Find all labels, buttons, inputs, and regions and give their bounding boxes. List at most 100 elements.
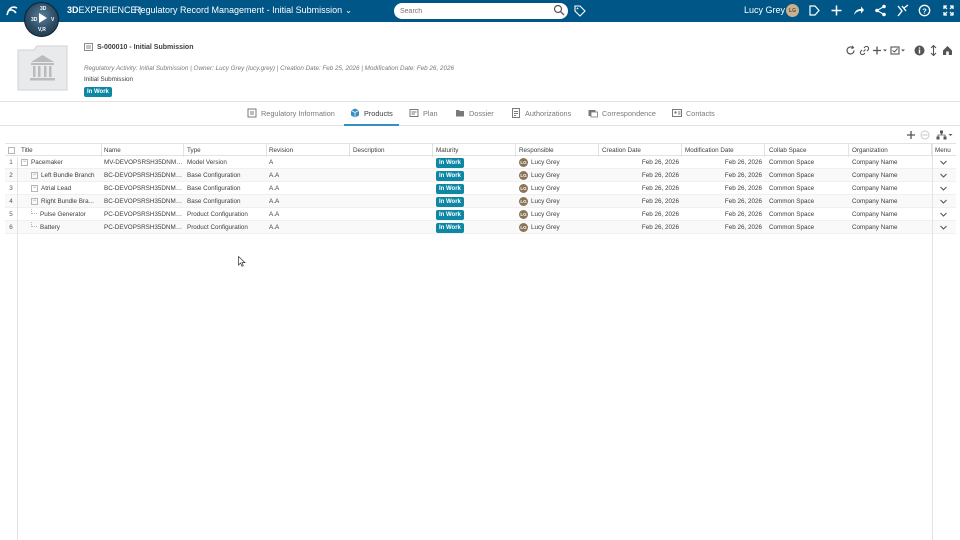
cell-created: Feb 26, 2026 — [641, 172, 679, 179]
folder-icon — [456, 110, 464, 117]
tag-icon[interactable] — [574, 5, 586, 17]
tab-label: Regulatory Information — [261, 109, 335, 118]
help-icon[interactable]: ? — [918, 4, 931, 17]
table-row[interactable]: 1− Pacemaker MV-DEVOPSRSH35DNM2... Model Ve… — [5, 156, 956, 169]
table-row[interactable]: 3− Atrial Lead BC-DEVOPSRSH35DNM2... Base C… — [5, 182, 956, 195]
cell-modified: Feb 26, 2026 — [724, 211, 762, 218]
object-meta: Regulatory Activity: Initial Submission … — [84, 65, 454, 72]
tab-contacts[interactable]: Contacts — [672, 109, 715, 126]
table-row[interactable]: 2− Left Bundle Branch BC-DEVOPSRSH35DNM2..… — [5, 169, 956, 182]
collapse-icon[interactable]: − — [31, 184, 38, 192]
table-row[interactable]: 4− Right Bundle Bra... BC-DEVOPSRSH35DNM2.… — [5, 195, 956, 208]
maturity-badge[interactable]: In Work — [436, 171, 464, 181]
home-icon[interactable] — [942, 45, 953, 56]
network-share-icon[interactable] — [874, 4, 887, 17]
cell-responsible: LG Lucy Grey — [516, 156, 599, 169]
tab-plan[interactable]: Plan — [409, 109, 438, 126]
compass-icon[interactable]: 3D 3D V V,R — [24, 2, 59, 37]
maturity-badge[interactable]: In Work — [436, 184, 464, 194]
refresh-icon[interactable] — [845, 45, 856, 56]
cell-title[interactable]: − Pacemaker — [18, 156, 102, 169]
tab-correspondence[interactable]: Correspondence — [588, 109, 656, 126]
plus-icon[interactable] — [830, 4, 843, 17]
tab-authorizations[interactable]: Authorizations — [511, 108, 571, 126]
chevron-down-icon[interactable] — [939, 197, 948, 206]
compass-label-left: 3D — [31, 17, 38, 23]
cell-modified: Feb 26, 2026 — [724, 185, 762, 192]
cell-name: MV-DEVOPSRSH35DNM2... — [104, 159, 184, 166]
chevron-down-icon[interactable] — [939, 210, 948, 219]
responsible-text: Lucy Grey — [531, 159, 560, 166]
cell-name: BC-DEVOPSRSH35DNM2... — [104, 185, 184, 192]
share-icon[interactable] — [852, 4, 865, 17]
play-icon — [39, 13, 47, 23]
app-title[interactable]: Regulatory Record Management - Initial S… — [134, 5, 352, 15]
maturity-badge[interactable]: In Work — [436, 197, 464, 207]
chevron-down-icon[interactable] — [939, 158, 948, 167]
grid-header: Title Name Type Revision Description Mat… — [5, 143, 956, 157]
cell-description — [350, 169, 433, 182]
object-title-row: S-000010 - Initial Submission — [84, 43, 193, 51]
cell-org: Company Name — [852, 211, 898, 218]
collapse-icon[interactable]: − — [21, 158, 28, 166]
tab-dossier[interactable]: Dossier — [455, 109, 494, 126]
cell-org: Company Name — [852, 159, 898, 166]
cell-maturity: In Work — [433, 221, 516, 234]
responsible-text: Lucy Grey — [531, 224, 560, 231]
cell-type: Base Configuration — [187, 198, 241, 205]
table-row[interactable]: 5 Pulse Generator PC-DEVOPSRSH35DNM2... Pro… — [5, 208, 956, 221]
authorization-icon — [512, 108, 520, 118]
status-badge: In Work — [84, 87, 112, 97]
structure-view-icon[interactable] — [936, 130, 954, 140]
collapse-icon[interactable]: − — [31, 171, 38, 179]
cell-title[interactable]: − Right Bundle Bra... — [18, 195, 102, 208]
search-input[interactable] — [394, 3, 568, 19]
info-icon[interactable] — [914, 45, 925, 56]
compass-label-bottom: V,R — [38, 27, 46, 33]
chevron-down-icon[interactable] — [939, 171, 948, 180]
cell-title[interactable]: Pulse Generator — [18, 208, 102, 221]
add-dropdown-icon[interactable] — [872, 45, 888, 56]
search-icon[interactable] — [553, 4, 565, 16]
tab-products[interactable]: Products — [344, 108, 399, 126]
tab-regulatory-information[interactable]: Regulatory Information — [247, 108, 335, 126]
maturity-badge[interactable]: In Work — [436, 210, 464, 220]
chevron-down-icon[interactable] — [939, 184, 948, 193]
fullscreen-icon[interactable] — [942, 4, 955, 17]
cell-space: Common Space — [769, 159, 815, 166]
chevron-down-icon[interactable]: ⌄ — [345, 6, 352, 15]
state-dropdown-icon[interactable] — [890, 45, 906, 56]
remove-row-icon[interactable] — [920, 130, 930, 140]
object-subtitle: Initial Submission — [84, 76, 133, 83]
correspondence-icon — [588, 110, 598, 118]
expand-collapse-icon[interactable] — [928, 45, 939, 56]
apps-icon[interactable] — [896, 4, 909, 17]
row-number-gutter — [17, 157, 18, 540]
user-avatar[interactable]: LG — [786, 4, 799, 17]
cell-type: Product Configuration — [187, 211, 248, 218]
link-icon[interactable] — [859, 45, 870, 56]
maturity-badge[interactable]: In Work — [436, 223, 464, 233]
add-row-icon[interactable] — [906, 130, 916, 140]
cell-maturity: In Work — [433, 208, 516, 221]
cell-revision: A.A — [269, 185, 280, 192]
cell-title[interactable]: − Left Bundle Branch — [18, 169, 102, 182]
user-name[interactable]: Lucy Grey — [744, 5, 785, 15]
collapse-icon[interactable]: − — [31, 197, 38, 205]
cell-title[interactable]: Battery — [18, 221, 102, 234]
cell-responsible: LG Lucy Grey — [516, 182, 599, 195]
maturity-badge[interactable]: In Work — [436, 158, 464, 168]
ds-logo-icon[interactable] — [3, 2, 21, 20]
responsible-text: Lucy Grey — [531, 172, 560, 179]
avatar: LG — [519, 196, 528, 206]
chevron-down-icon[interactable] — [939, 223, 948, 232]
regulatory-record-icon — [17, 45, 68, 91]
tag-manager-icon[interactable] — [808, 4, 821, 17]
cell-title[interactable]: − Atrial Lead — [18, 182, 102, 195]
cell-type: Base Configuration — [187, 185, 241, 192]
cell-type: Model Version — [187, 159, 227, 166]
select-all-checkbox[interactable] — [8, 147, 15, 154]
menu-column-divider — [932, 143, 933, 540]
cell-revision: A.A — [269, 198, 280, 205]
table-row[interactable]: 6 Battery PC-DEVOPSRSH35DNM2... Product Con… — [5, 221, 956, 234]
